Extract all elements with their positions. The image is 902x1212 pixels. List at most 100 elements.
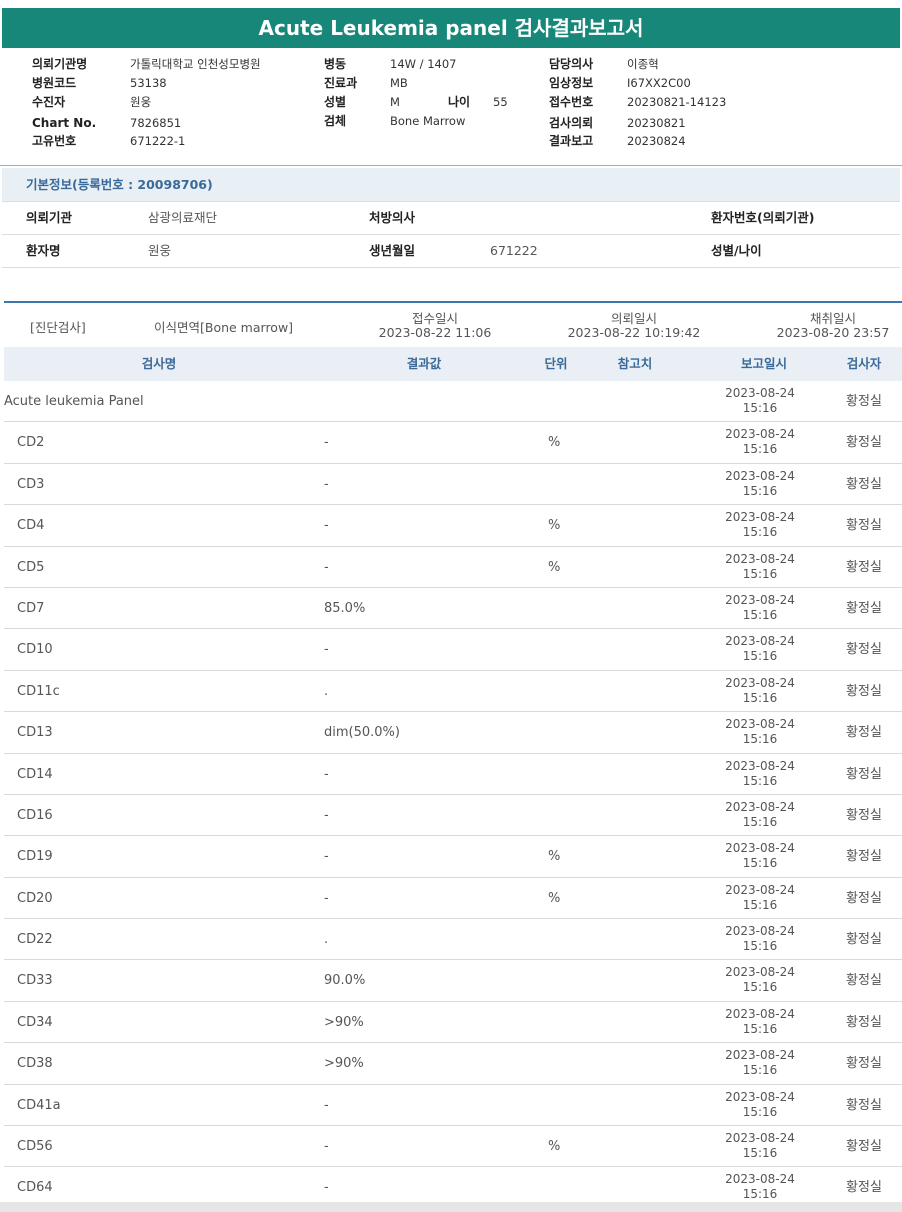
report-date: 2023-08-24 xyxy=(725,1089,795,1104)
test-item-report-datetime: 2023-08-24 15:16 xyxy=(710,510,810,540)
test-item-name: CD33 xyxy=(17,973,53,989)
test-item-result: - xyxy=(324,1097,329,1113)
test-item-name: CD4 xyxy=(17,518,45,534)
test-item-name: CD19 xyxy=(17,849,53,865)
test-item-name: CD56 xyxy=(17,1139,53,1155)
header-label: 병원코드 xyxy=(32,76,77,90)
report-time: 15:16 xyxy=(742,483,778,498)
test-item-name: CD14 xyxy=(17,766,53,782)
report-header: 의뢰기관명 가톨릭대학교 인천성모병원 병원코드 53138 수진자 원웅 Ch… xyxy=(0,50,902,166)
header-label: 나이 xyxy=(448,95,471,109)
test-item-inspector: 황정실 xyxy=(846,683,882,699)
test-item-report-datetime: 2023-08-24 15:16 xyxy=(710,965,810,995)
test-item-name: CD10 xyxy=(17,642,53,658)
report-time: 15:16 xyxy=(742,939,778,954)
test-item-report-datetime: 2023-08-24 15:16 xyxy=(710,386,810,416)
table-row: CD3 - 2023-08-24 15:16 황정실 xyxy=(4,464,902,506)
test-item-report-datetime: 2023-08-24 15:16 xyxy=(710,1048,810,1078)
header-value: Bone Marrow xyxy=(390,114,466,128)
test-item-inspector: 황정실 xyxy=(846,849,882,865)
test-item-inspector: 황정실 xyxy=(846,600,882,616)
col-header-report-date: 보고일시 xyxy=(740,356,787,371)
header-value: 7826851 xyxy=(130,116,182,130)
basic-info-row: 환자명 원웅 생년월일 671222 성별/나이 xyxy=(2,235,900,268)
header-value: 55 xyxy=(493,95,508,109)
basic-info-label: 환자명 xyxy=(26,243,61,258)
table-row: CD14 - 2023-08-24 15:16 황정실 xyxy=(4,754,902,795)
basic-info-value: 원웅 xyxy=(148,243,172,258)
report-time: 15:16 xyxy=(742,1021,778,1036)
table-row: CD20 -% 2023-08-24 15:16 황정실 xyxy=(4,878,902,920)
test-item-name: CD38 xyxy=(17,1056,53,1072)
header-label: 의뢰기관명 xyxy=(32,57,88,71)
test-item-inspector: 황정실 xyxy=(846,766,882,782)
basic-info-value: 삼광의료재단 xyxy=(148,210,218,225)
table-row: CD16 - 2023-08-24 15:16 황정실 xyxy=(4,795,902,837)
test-item-name: CD5 xyxy=(17,559,45,575)
header-label: 검사의뢰 xyxy=(549,116,594,130)
report-date: 2023-08-24 xyxy=(725,1131,795,1146)
test-item-unit: % xyxy=(548,518,561,534)
test-item-result: - xyxy=(324,890,329,906)
col-header-name: 검사명 xyxy=(141,356,177,371)
test-item-report-datetime: 2023-08-24 15:16 xyxy=(710,1172,810,1202)
basic-info-heading: 기본정보(등록번호 : 20098706) xyxy=(2,168,900,202)
test-item-result: . xyxy=(324,932,329,948)
report-time: 15:16 xyxy=(742,1104,778,1119)
test-item-report-datetime: 2023-08-24 15:16 xyxy=(710,593,810,623)
test-item-inspector: 황정실 xyxy=(846,518,882,534)
header-value: 20230824 xyxy=(627,134,686,148)
report-time: 15:16 xyxy=(742,442,778,457)
table-row: CD33 90.0% 2023-08-24 15:16 황정실 xyxy=(4,960,902,1002)
test-item-result: - xyxy=(324,807,329,823)
page-bottom-edge xyxy=(0,1202,902,1212)
test-category: [진단검사] xyxy=(30,320,86,335)
report-time: 15:16 xyxy=(742,690,778,705)
test-item-name: CD2 xyxy=(17,435,45,451)
test-item-name: CD7 xyxy=(17,600,45,616)
report-time: 15:16 xyxy=(742,980,778,995)
basic-info-label: 처방의사 xyxy=(369,210,416,225)
header-label: 성별 xyxy=(324,95,347,109)
test-item-result: - xyxy=(324,642,329,658)
test-item-report-datetime: 2023-08-24 15:16 xyxy=(710,759,810,789)
table-row: CD56 -% 2023-08-24 15:16 황정실 xyxy=(4,1126,902,1168)
test-item-inspector: 황정실 xyxy=(846,890,882,906)
test-name: 이식면역[Bone marrow] xyxy=(154,320,294,335)
report-date: 2023-08-24 xyxy=(725,799,795,814)
col-header-inspector: 검사자 xyxy=(846,356,882,371)
header-value: 가톨릭대학교 인천성모병원 xyxy=(130,57,261,71)
test-item-result: 85.0% xyxy=(324,600,366,616)
test-item-report-datetime: 2023-08-24 15:16 xyxy=(710,427,810,457)
header-label: 고유번호 xyxy=(32,134,77,148)
report-time: 15:16 xyxy=(742,525,778,540)
report-date: 2023-08-24 xyxy=(725,551,795,566)
test-item-inspector: 황정실 xyxy=(846,1097,882,1113)
report-time: 15:16 xyxy=(742,1146,778,1161)
test-item-unit: % xyxy=(548,435,561,451)
report-date: 2023-08-24 xyxy=(725,510,795,525)
basic-info-row: 의뢰기관 삼광의료재단 처방의사 환자번호(의뢰기관) xyxy=(2,202,900,235)
report-date: 2023-08-24 xyxy=(725,675,795,690)
test-item-name: CD11c xyxy=(17,683,60,699)
header-label: 접수번호 xyxy=(549,95,594,109)
header-label: 병동 xyxy=(324,57,347,71)
test-item-inspector: 황정실 xyxy=(846,1056,882,1072)
report-date: 2023-08-24 xyxy=(725,1172,795,1187)
test-item-report-datetime: 2023-08-24 15:16 xyxy=(710,469,810,499)
report-date: 2023-08-24 xyxy=(725,386,795,400)
test-item-name: CD34 xyxy=(17,1014,53,1030)
table-row: CD10 - 2023-08-24 15:16 황정실 xyxy=(4,629,902,671)
test-item-report-datetime: 2023-08-24 15:16 xyxy=(710,717,810,747)
header-value: 671222-1 xyxy=(130,134,186,148)
test-item-result: - xyxy=(324,849,329,865)
table-row: CD41a - 2023-08-24 15:16 황정실 xyxy=(4,1085,902,1127)
basic-info-value: 671222 xyxy=(490,243,538,258)
report-time: 15:16 xyxy=(742,897,778,912)
test-item-inspector: 황정실 xyxy=(846,725,882,741)
table-row: CD34 >90% 2023-08-24 15:16 황정실 xyxy=(4,1002,902,1044)
report-date: 2023-08-24 xyxy=(725,882,795,897)
test-item-inspector: 황정실 xyxy=(846,1139,882,1155)
report-date: 2023-08-24 xyxy=(725,468,795,483)
header-value: 원웅 xyxy=(130,95,152,109)
